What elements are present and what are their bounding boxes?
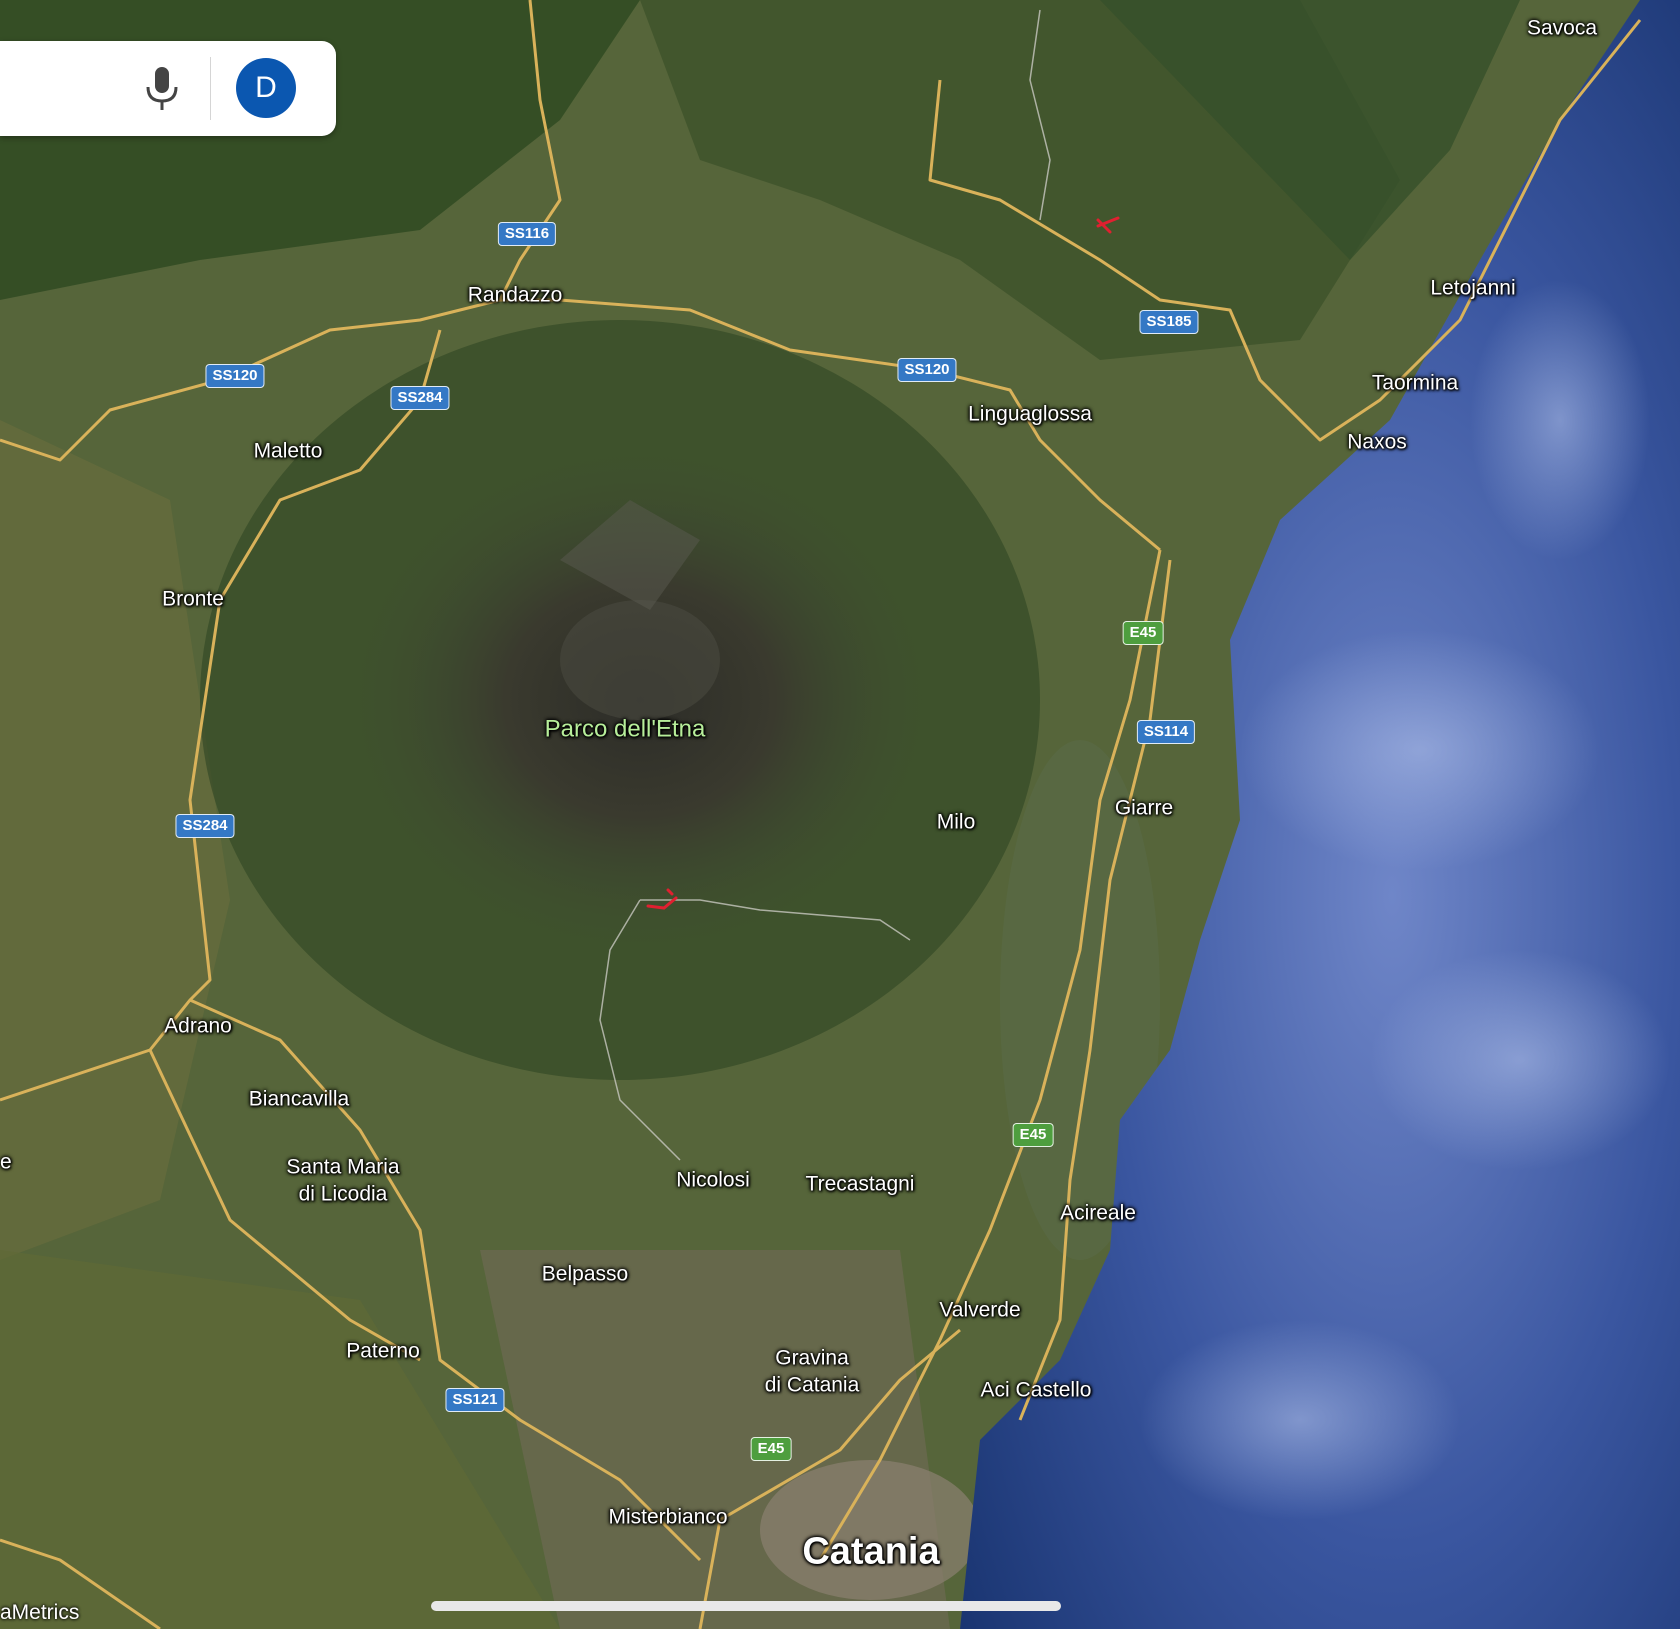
road-shield: SS284 bbox=[175, 814, 235, 838]
place-label: Giarre bbox=[1114, 796, 1174, 820]
place-label: Maletto bbox=[253, 439, 323, 463]
road-shield: SS120 bbox=[897, 358, 957, 382]
road-shield: SS284 bbox=[390, 386, 450, 410]
place-label: Bronte bbox=[162, 587, 224, 611]
place-label: Belpasso bbox=[541, 1262, 629, 1286]
road-shield: E45 bbox=[1012, 1123, 1054, 1147]
place-label: Misterbianco bbox=[608, 1505, 728, 1529]
place-label: Santa Maria di Licodia bbox=[286, 1155, 400, 1206]
place-label: Gravina di Catania bbox=[764, 1346, 860, 1397]
place-label: Aci Castello bbox=[980, 1378, 1092, 1402]
road-shield: SS121 bbox=[445, 1388, 505, 1412]
separator bbox=[210, 57, 211, 120]
place-label: Valverde bbox=[939, 1298, 1021, 1322]
place-label: Randazzo bbox=[467, 283, 563, 307]
road-shield: SS116 bbox=[497, 222, 557, 246]
home-indicator[interactable] bbox=[431, 1601, 1061, 1611]
place-label: Biancavilla bbox=[248, 1087, 350, 1111]
park-label: Parco dell'Etna bbox=[544, 715, 706, 743]
place-label: Letojanni bbox=[1430, 276, 1516, 300]
place-label: Linguaglossa bbox=[968, 402, 1092, 426]
place-label: Savoca bbox=[1526, 16, 1598, 40]
attribution-text: aMetrics bbox=[0, 1601, 80, 1624]
place-label: Paterno bbox=[346, 1339, 420, 1363]
account-avatar[interactable]: D bbox=[236, 58, 296, 118]
place-label: Adrano bbox=[164, 1014, 232, 1038]
place-label-cut: e bbox=[0, 1150, 12, 1174]
place-label: Naxos bbox=[1347, 430, 1407, 454]
road-shield: SS185 bbox=[1139, 310, 1199, 334]
place-label: Trecastagni bbox=[805, 1172, 915, 1196]
place-label: Taormina bbox=[1371, 371, 1459, 395]
microphone-icon[interactable] bbox=[142, 65, 182, 113]
place-label: Milo bbox=[936, 810, 976, 834]
road-shield: SS114 bbox=[1136, 720, 1196, 744]
place-label: Nicolosi bbox=[676, 1168, 750, 1192]
place-label: Acireale bbox=[1060, 1201, 1136, 1225]
search-bar[interactable]: D bbox=[0, 41, 336, 136]
road-shield: E45 bbox=[750, 1437, 792, 1461]
road-shield: E45 bbox=[1122, 621, 1164, 645]
road-shield: SS120 bbox=[205, 364, 265, 388]
city-label: Catania bbox=[802, 1530, 940, 1573]
